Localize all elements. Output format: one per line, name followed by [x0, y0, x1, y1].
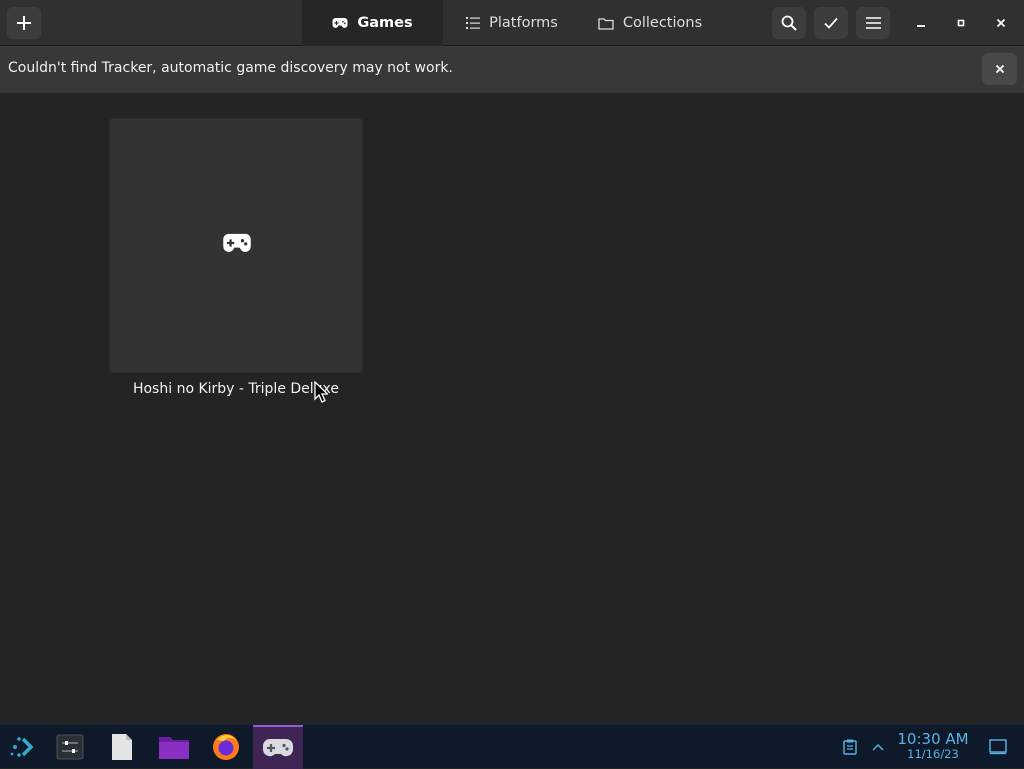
clock-date: 11/16/23	[907, 747, 959, 761]
system-settings-icon	[56, 734, 84, 760]
maximize-icon	[957, 19, 965, 27]
check-icon	[824, 17, 838, 29]
close-icon	[996, 18, 1006, 28]
application-launcher-icon	[10, 737, 34, 757]
view-switcher: Games Platforms Collections	[302, 0, 719, 46]
maximize-button[interactable]	[950, 12, 972, 34]
show-desktop-icon	[989, 739, 1007, 755]
game-card-cover[interactable]	[109, 118, 363, 373]
application-launcher-button[interactable]	[4, 725, 40, 769]
taskbar-game-manager[interactable]	[253, 725, 303, 769]
gamepad-icon	[332, 18, 348, 28]
clipboard-icon	[843, 739, 857, 755]
taskbar: 10:30 AM 11/16/23	[0, 724, 1024, 769]
main-menu-button[interactable]	[856, 7, 890, 39]
tab-games[interactable]: Games	[302, 0, 443, 46]
mouse-cursor-icon	[314, 381, 328, 403]
show-desktop-button[interactable]	[984, 725, 1012, 769]
taskbar-file-manager[interactable]	[154, 725, 194, 769]
banner-message: Couldn't find Tracker, automatic game di…	[8, 60, 453, 76]
tracker-warning-banner: Couldn't find Tracker, automatic game di…	[0, 46, 1024, 93]
clock-time: 10:30 AM	[897, 730, 969, 748]
file-manager-folder-icon	[159, 737, 189, 759]
header-bar: Games Platforms Collections	[0, 0, 1024, 46]
tab-platforms[interactable]: Platforms	[443, 0, 581, 46]
firefox-icon	[213, 734, 239, 760]
add-game-button[interactable]	[7, 7, 41, 39]
show-hidden-tray-button[interactable]	[866, 725, 890, 769]
digital-clock[interactable]: 10:30 AM 11/16/23	[896, 731, 970, 761]
chevron-up-icon	[872, 744, 884, 751]
list-icon	[466, 17, 481, 29]
minimize-icon	[917, 25, 925, 27]
tab-collections-label: Collections	[622, 15, 703, 31]
selection-mode-button[interactable]	[814, 7, 848, 39]
text-document-icon	[112, 734, 132, 760]
gamepad-icon	[223, 233, 251, 252]
plus-icon	[17, 16, 31, 30]
game-controller-icon	[263, 739, 293, 757]
tab-collections[interactable]: Collections	[581, 0, 719, 46]
hamburger-menu-icon	[865, 17, 881, 29]
close-button[interactable]	[990, 12, 1012, 34]
tab-games-label: Games	[357, 15, 413, 31]
search-button[interactable]	[772, 7, 806, 39]
taskbar-text-editor[interactable]	[102, 725, 142, 769]
taskbar-system-settings[interactable]	[50, 725, 90, 769]
taskbar-firefox[interactable]	[206, 725, 246, 769]
close-icon	[995, 64, 1004, 74]
taskbar-clipboard[interactable]	[838, 725, 862, 769]
search-icon	[781, 15, 797, 31]
minimize-button[interactable]	[910, 12, 932, 34]
tab-platforms-label: Platforms	[489, 15, 558, 31]
folder-icon	[598, 17, 614, 30]
banner-close-button[interactable]	[982, 53, 1017, 85]
